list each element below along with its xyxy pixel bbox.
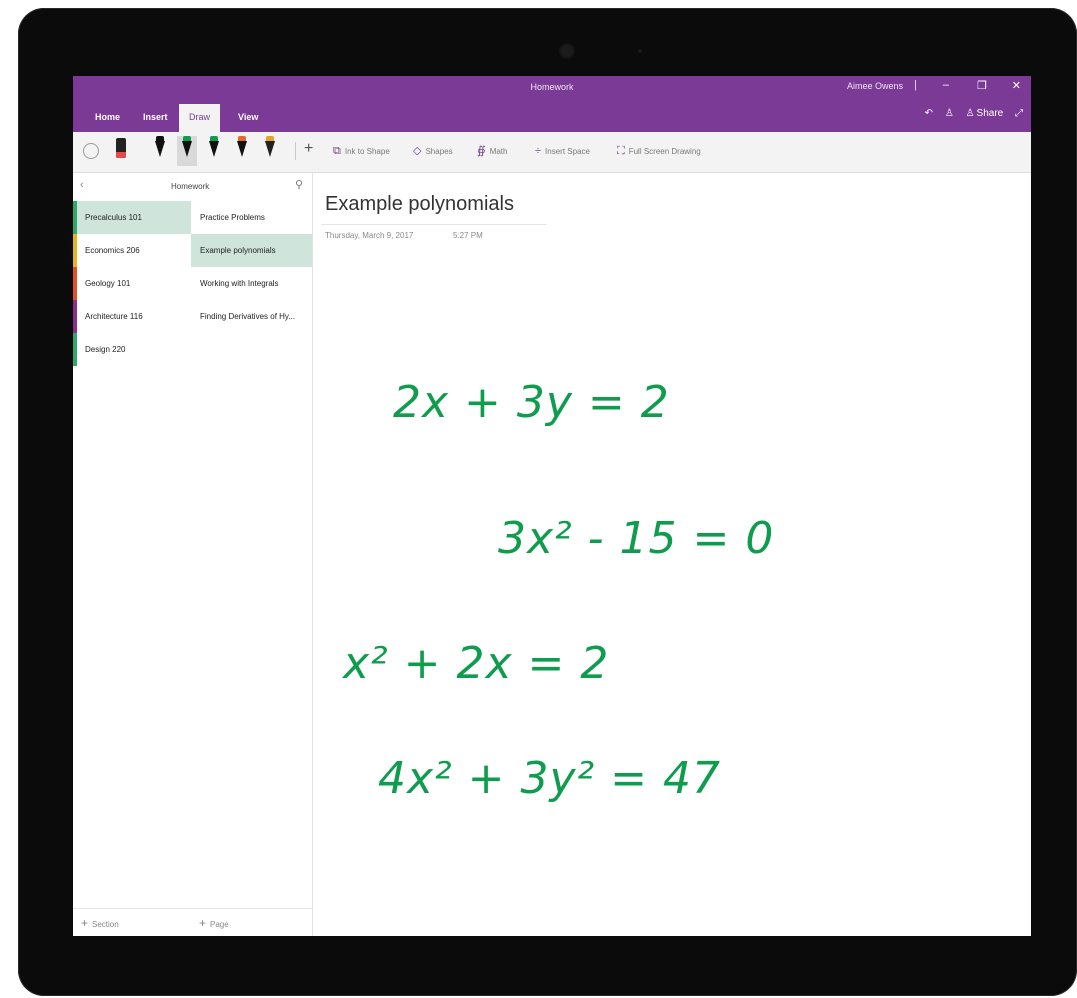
lasso-select-icon[interactable] xyxy=(83,143,99,159)
full-screen-drawing-label: Full Screen Drawing xyxy=(628,147,701,156)
add-section-button[interactable]: + Section xyxy=(73,908,191,936)
section-color-stripe xyxy=(73,333,77,366)
page-title[interactable]: Example polynomials xyxy=(325,193,514,216)
full-screen-icon: ⛶ xyxy=(617,145,625,157)
toolbar-divider xyxy=(295,142,296,160)
user-name[interactable]: Aimee Owens xyxy=(847,81,903,91)
share-icon: ♙ xyxy=(965,108,975,119)
draw-toolbar: + ⧉ Ink to Shape ◇ Shapes ∯ Math ÷ Insert Sp… xyxy=(73,132,1031,173)
share-area: ↶ ♙ ♙ Share ⤢ xyxy=(916,108,1023,119)
pen-black-icon[interactable] xyxy=(153,136,167,166)
section-color-stripe xyxy=(73,234,77,267)
highlighter-icon[interactable] xyxy=(263,136,277,166)
ink-to-shape-label: Ink to Shape xyxy=(344,147,390,156)
math-button[interactable]: ∯ Math xyxy=(477,143,507,159)
section-label: Geology 101 xyxy=(85,279,131,288)
section-item[interactable]: Economics 206 xyxy=(73,234,191,267)
close-button[interactable]: ✕ xyxy=(1012,79,1021,92)
insert-space-label: Insert Space xyxy=(545,147,590,156)
pen-black-2-icon[interactable] xyxy=(207,136,221,166)
shapes-label: Shapes xyxy=(425,147,453,156)
share-label: Share xyxy=(976,108,1004,119)
undo-icon[interactable]: ↶ xyxy=(925,108,933,119)
section-color-stripe xyxy=(73,201,77,234)
share-button[interactable]: ♙ Share xyxy=(966,108,1004,119)
section-label: Architecture 116 xyxy=(85,312,143,321)
eraser-icon[interactable] xyxy=(116,138,126,158)
tab-insert[interactable]: Insert xyxy=(133,104,178,132)
search-icon[interactable]: ⚲ xyxy=(295,178,303,191)
ink-equation[interactable]: 2x + 3y = 2 xyxy=(393,377,670,428)
section-item[interactable]: Geology 101 xyxy=(73,267,191,300)
section-label: Economics 206 xyxy=(85,246,140,255)
tab-home[interactable]: Home xyxy=(85,104,130,132)
section-item[interactable]: Design 220 xyxy=(73,333,191,366)
ink-equation[interactable]: 3x² - 15 = 0 xyxy=(498,513,774,564)
pages-pane: Practice Problems Example polynomials Work… xyxy=(191,173,313,936)
add-pen-button[interactable]: + xyxy=(304,140,313,158)
page-item[interactable]: Finding Derivatives of Hy... xyxy=(191,300,312,333)
title-divider xyxy=(321,224,546,225)
section-item[interactable]: Architecture 116 xyxy=(73,300,191,333)
sensor-dot xyxy=(638,49,642,53)
page-canvas[interactable]: Example polynomials Thursday, March 9, 2… xyxy=(313,173,1031,936)
section-item[interactable]: Precalculus 101 xyxy=(73,201,191,234)
page-time: 5:27 PM xyxy=(453,231,483,240)
ink-equation[interactable]: 4x² + 3y² = 47 xyxy=(378,753,721,804)
page-item[interactable]: Working with Integrals xyxy=(191,267,312,300)
back-icon[interactable]: ‹ xyxy=(80,179,84,191)
restore-button[interactable]: ❐ xyxy=(977,79,987,92)
math-label: Math xyxy=(489,147,508,156)
add-page-label: Page xyxy=(210,920,229,929)
camera-icon xyxy=(561,45,573,57)
insert-space-button[interactable]: ÷ Insert Space xyxy=(535,143,590,159)
section-label: Design 220 xyxy=(85,345,126,354)
ink-equation[interactable]: x² + 2x = 2 xyxy=(343,638,609,689)
person-icon[interactable]: ♙ xyxy=(945,108,954,119)
section-color-stripe xyxy=(73,300,77,333)
expand-icon[interactable]: ⤢ xyxy=(1015,108,1023,119)
sections-pane: ‹ Precalculus 101 Economics 206 Geology 10… xyxy=(73,173,192,936)
pen-black-3-icon[interactable] xyxy=(235,136,249,166)
minimize-button[interactable]: – xyxy=(943,79,949,91)
section-label: Precalculus 101 xyxy=(85,213,142,222)
add-page-button[interactable]: + Page xyxy=(191,908,312,936)
onenote-window: Homework Aimee Owens | – ❐ ✕ Home Insert… xyxy=(73,76,1031,936)
tab-draw[interactable]: Draw xyxy=(179,104,221,132)
plus-icon: + xyxy=(199,916,207,930)
notebook-name[interactable]: Homework xyxy=(171,182,209,191)
page-date: Thursday, March 9, 2017 xyxy=(325,231,414,240)
page-item[interactable]: Example polynomials xyxy=(191,234,312,267)
full-screen-drawing-button[interactable]: ⛶ Full Screen Drawing xyxy=(617,143,701,159)
tab-view[interactable]: View xyxy=(228,104,268,132)
ink-to-shape-icon: ⧉ xyxy=(333,145,341,157)
math-icon: ∯ xyxy=(477,145,486,157)
shapes-icon: ◇ xyxy=(413,145,422,157)
plus-icon: + xyxy=(81,916,89,930)
add-section-label: Section xyxy=(92,920,119,929)
title-bar: Homework Aimee Owens | – ❐ ✕ Home Insert… xyxy=(73,76,1031,132)
page-item[interactable]: Practice Problems xyxy=(191,201,312,234)
ink-to-shape-button[interactable]: ⧉ Ink to Shape xyxy=(333,143,390,159)
title-separator: | xyxy=(914,79,917,91)
shapes-button[interactable]: ◇ Shapes xyxy=(413,143,453,159)
pen-green-icon[interactable] xyxy=(177,136,197,166)
insert-space-icon: ÷ xyxy=(535,145,542,157)
section-color-stripe xyxy=(73,267,77,300)
